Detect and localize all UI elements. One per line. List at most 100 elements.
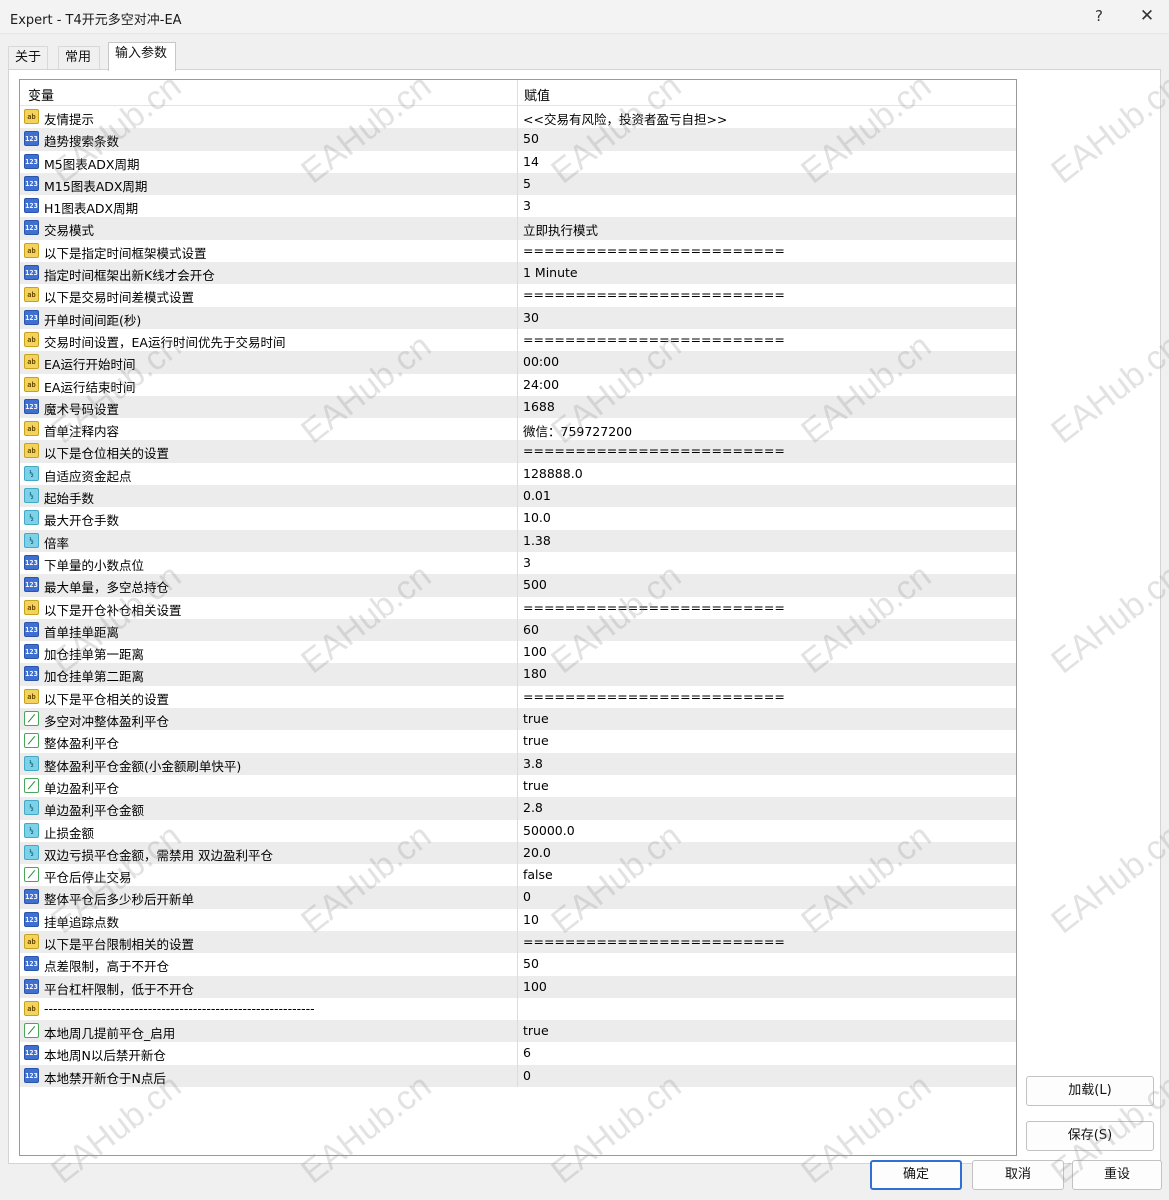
parameter-value[interactable]: =========================	[523, 287, 785, 302]
parameter-value[interactable]: =========================	[523, 243, 785, 258]
parameter-value[interactable]: =========================	[523, 934, 785, 949]
table-row[interactable]: 123 点差限制，高于不开仓 50	[20, 953, 1016, 976]
parameter-value[interactable]: 20.0	[523, 845, 551, 860]
table-row[interactable]: 123 加仓挂单第一距离 100	[20, 641, 1016, 664]
parameter-value[interactable]: 50000.0	[523, 823, 575, 838]
table-row[interactable]: ab 以下是仓位相关的设置 =========================	[20, 440, 1016, 463]
parameter-value[interactable]: =========================	[523, 332, 785, 347]
column-divider[interactable]	[517, 80, 518, 106]
table-row[interactable]: ab 以下是平仓相关的设置 =========================	[20, 685, 1016, 709]
parameter-value[interactable]: true	[523, 733, 549, 748]
table-row[interactable]: ab 友情提示 <<交易有风险，投资者盈亏自担>>	[20, 106, 1016, 129]
table-row[interactable]: 123 平台杠杆限制，低于不开仓 100	[20, 975, 1016, 998]
parameter-value[interactable]: 3.8	[523, 756, 543, 771]
table-row[interactable]: ab --------------------------------------…	[20, 997, 1016, 1021]
table-row[interactable]: ½ 最大开仓手数 10.0	[20, 507, 1016, 530]
parameter-value[interactable]: 180	[523, 666, 547, 681]
table-row[interactable]: 123 挂单追踪点数 10	[20, 908, 1016, 931]
parameter-value[interactable]: <<交易有风险，投资者盈亏自担>>	[523, 109, 727, 128]
help-icon[interactable]: ?	[1088, 4, 1110, 28]
table-row[interactable]: ½ 止损金额 50000.0	[20, 819, 1016, 842]
cancel-button[interactable]: 取消	[972, 1160, 1064, 1190]
tab-about[interactable]: 关于	[8, 46, 48, 70]
parameter-value[interactable]: 100	[523, 644, 547, 659]
parameter-value[interactable]: 50	[523, 956, 539, 971]
column-header-value[interactable]: 赋值	[524, 85, 550, 104]
parameter-value[interactable]: true	[523, 1023, 549, 1038]
save-button[interactable]: 保存(S)	[1026, 1121, 1154, 1151]
table-row[interactable]: 123 本地周N以后禁开新仓 6	[20, 1042, 1016, 1065]
parameter-value[interactable]: 1688	[523, 399, 555, 414]
table-row[interactable]: ab 以下是开仓补仓相关设置 =========================	[20, 596, 1016, 619]
parameter-value[interactable]: 0	[523, 1068, 531, 1083]
table-row[interactable]: 123 加仓挂单第二距离 180	[20, 663, 1016, 686]
parameter-value[interactable]: 0	[523, 889, 531, 904]
parameter-value[interactable]: 00:00	[523, 354, 559, 369]
parameter-value[interactable]: 24:00	[523, 377, 559, 392]
parameter-value[interactable]: =========================	[523, 443, 785, 458]
table-row[interactable]: 123 H1图表ADX周期 3	[20, 195, 1016, 218]
table-row[interactable]: ½ 双边亏损平仓金额，需禁用 双边盈利平仓 20.0	[20, 841, 1016, 865]
table-row[interactable]: ab 以下是交易时间差模式设置 =========================	[20, 284, 1016, 307]
parameter-value[interactable]: true	[523, 778, 549, 793]
parameter-value[interactable]: 3	[523, 198, 531, 213]
table-row[interactable]: 123 开单时间间距(秒) 30	[20, 306, 1016, 329]
table-row[interactable]: ab EA运行开始时间 00:00	[20, 351, 1016, 374]
table-row[interactable]: ½ 整体盈利平仓金额(小金额刷单快平) 3.8	[20, 752, 1016, 775]
parameter-value[interactable]: 3	[523, 555, 531, 570]
parameter-value[interactable]: 6	[523, 1045, 531, 1060]
table-row[interactable]: 123 下单量的小数点位 3	[20, 551, 1016, 575]
table-row[interactable]: 123 交易模式 立即执行模式	[20, 217, 1016, 240]
table-row[interactable]: ab 交易时间设置，EA运行时间优先于交易时间 ==================…	[20, 328, 1016, 352]
table-row[interactable]: ½ 单边盈利平仓金额 2.8	[20, 797, 1016, 820]
parameter-value[interactable]: 2.8	[523, 800, 543, 815]
ok-button[interactable]: 确定	[870, 1160, 962, 1190]
table-row[interactable]: 123 本地禁开新仓于N点后 0	[20, 1064, 1016, 1088]
parameter-value[interactable]: 128888.0	[523, 466, 583, 481]
table-row[interactable]: ½ 自适应资金起点 128888.0	[20, 462, 1016, 486]
table-row[interactable]: 123 最大单量，多空总持仓 500	[20, 574, 1016, 597]
parameter-value[interactable]: false	[523, 867, 553, 882]
parameter-value[interactable]: 30	[523, 310, 539, 325]
load-button[interactable]: 加载(L)	[1026, 1076, 1154, 1106]
table-row[interactable]: 123 M5图表ADX周期 14	[20, 150, 1016, 173]
parameter-value[interactable]: 微信：759727200	[523, 421, 632, 440]
table-row[interactable]: ⟋ 本地周几提前平仓_启用 true	[20, 1020, 1016, 1043]
parameter-value[interactable]: 1 Minute	[523, 265, 578, 280]
reset-button[interactable]: 重设	[1072, 1160, 1162, 1190]
table-row[interactable]: 123 M15图表ADX周期 5	[20, 172, 1016, 196]
parameter-value[interactable]: 立即执行模式	[523, 220, 598, 239]
table-row[interactable]: ab 以下是平台限制相关的设置 =========================	[20, 930, 1016, 954]
parameter-value[interactable]: 14	[523, 154, 539, 169]
close-icon[interactable]: ✕	[1134, 4, 1160, 28]
table-row[interactable]: 123 指定时间框架出新K线才会开仓 1 Minute	[20, 262, 1016, 285]
table-row[interactable]: 123 趋势搜索条数 50	[20, 128, 1016, 151]
tab-common[interactable]: 常用	[58, 46, 100, 70]
parameter-value[interactable]: 1.38	[523, 533, 551, 548]
parameter-value[interactable]: 5	[523, 176, 531, 191]
parameter-value[interactable]: 10	[523, 912, 539, 927]
table-row[interactable]: ½ 起始手数 0.01	[20, 485, 1016, 508]
parameter-value[interactable]: true	[523, 711, 549, 726]
parameter-value[interactable]: 500	[523, 577, 547, 592]
parameter-value[interactable]: =========================	[523, 689, 785, 704]
table-row[interactable]: 123 首单挂单距离 60	[20, 618, 1016, 642]
parameter-value[interactable]: 100	[523, 979, 547, 994]
tab-inputs[interactable]: 输入参数	[108, 42, 176, 71]
parameter-value[interactable]: 50	[523, 131, 539, 146]
table-row[interactable]: 123 魔术号码设置 1688	[20, 395, 1016, 419]
parameter-value[interactable]: 10.0	[523, 510, 551, 525]
parameter-value[interactable]: 60	[523, 622, 539, 637]
column-header-variable[interactable]: 变量	[28, 85, 54, 104]
table-row[interactable]: ab 以下是指定时间框架模式设置 =========================	[20, 239, 1016, 263]
table-row[interactable]: ⟋ 平仓后停止交易 false	[20, 864, 1016, 887]
table-row[interactable]: ⟋ 整体盈利平仓 true	[20, 730, 1016, 753]
table-row[interactable]: ab 首单注释内容 微信：759727200	[20, 418, 1016, 441]
parameter-value[interactable]: =========================	[523, 600, 785, 615]
table-row[interactable]: ⟋ 多空对冲整体盈利平仓 true	[20, 708, 1016, 731]
table-row[interactable]: ab EA运行结束时间 24:00	[20, 373, 1016, 396]
table-row[interactable]: 123 整体平仓后多少秒后开新单 0	[20, 886, 1016, 909]
table-row[interactable]: ⟋ 单边盈利平仓 true	[20, 774, 1016, 798]
table-row[interactable]: ½ 倍率 1.38	[20, 529, 1016, 552]
parameter-value[interactable]: 0.01	[523, 488, 551, 503]
